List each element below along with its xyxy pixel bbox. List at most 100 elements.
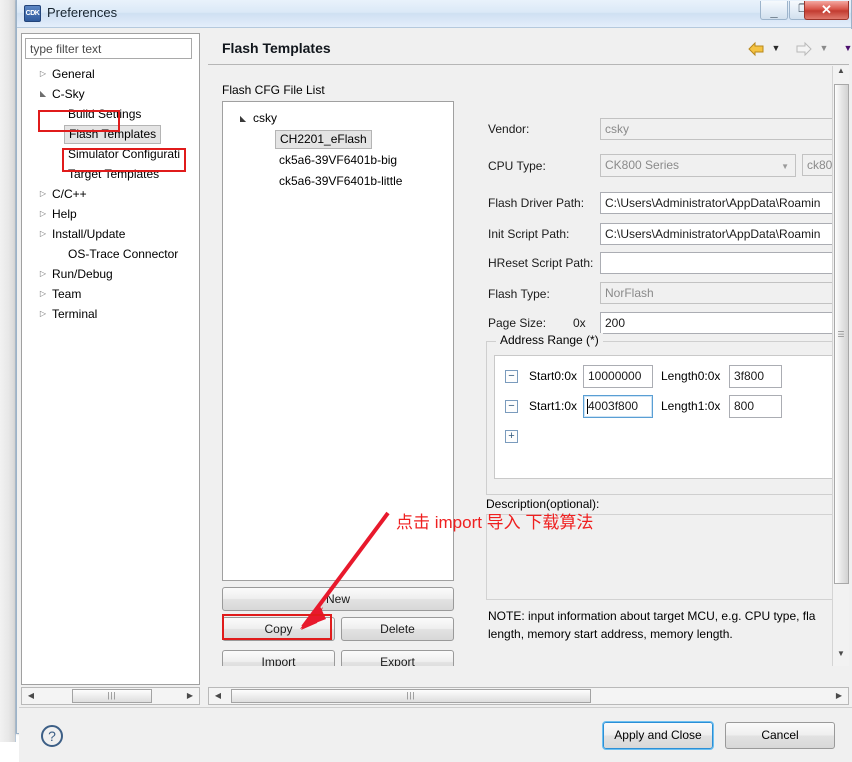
note-line-2: length, memory start address, memory len… <box>488 627 733 641</box>
desktop-left-strip <box>0 0 16 742</box>
cfg-list-item[interactable]: ck5a6-39VF6401b-little <box>223 171 453 192</box>
sidebar-item-label: Run/Debug <box>52 267 113 281</box>
sidebar-item-help[interactable]: ▷ Help <box>22 204 199 224</box>
add-address-range-expander-icon[interactable]: + <box>505 430 518 443</box>
twisty-collapsed-icon[interactable]: ▷ <box>36 184 50 204</box>
cfg-list-item[interactable]: ck5a6-39VF6401b-big <box>223 150 453 171</box>
view-menu-chevron-down-icon[interactable]: ▼ <box>842 43 852 53</box>
sidebar-item-build-settings[interactable]: Build Settings <box>22 104 199 124</box>
sidebar-item-label: Build Settings <box>68 107 142 121</box>
scroll-right-arrow-icon[interactable]: ▶ <box>182 688 198 704</box>
vendor-label: Vendor: <box>488 122 530 136</box>
copy-button[interactable]: Copy <box>222 617 335 641</box>
cfg-file-tree[interactable]: ◢ csky CH2201_eFlash ck5a6-39VF6401b-big ck5… <box>222 101 454 581</box>
twisty-collapsed-icon[interactable]: ▷ <box>36 224 50 244</box>
minimize-button[interactable]: _ <box>760 1 788 20</box>
forward-dropdown-chevron-down-icon[interactable]: ▼ <box>818 43 830 53</box>
sidebar-item-label: Flash Templates <box>64 125 162 144</box>
cfg-list-item-label: ck5a6-39VF6401b-big <box>279 153 398 167</box>
init-script-path-field[interactable]: C:\Users\Administrator\AppData\Roamin <box>600 223 849 245</box>
cfg-list-item-label: ck5a6-39VF6401b-little <box>279 174 403 188</box>
start-address-input[interactable]: 10000000 <box>583 365 653 388</box>
sidebar-item-terminal[interactable]: ▷ Terminal <box>22 304 199 324</box>
page-size-prefix: 0x <box>573 316 586 330</box>
sidebar-item-label: C/C++ <box>52 187 87 201</box>
length-input[interactable]: 800 <box>729 395 782 418</box>
hreset-script-path-label: HReset Script Path: <box>488 256 594 270</box>
sidebar-item-label: Simulator Configurati <box>68 147 181 161</box>
import-button[interactable]: Import <box>222 650 335 666</box>
flash-type-field: NorFlash <box>600 282 849 304</box>
flash-templates-page: Flash Templates ▼ ▼ ▼ Flash CFG File Lis… <box>208 33 852 685</box>
cancel-button[interactable]: Cancel <box>725 722 835 749</box>
window-title: Preferences <box>47 5 118 20</box>
note-line-1: NOTE: input information about target MCU… <box>488 609 816 623</box>
sidebar-item-simulator-configurati[interactable]: Simulator Configurati <box>22 144 199 164</box>
sidebar-item-flash-templates[interactable]: Flash Templates <box>22 124 199 144</box>
twisty-collapsed-icon[interactable]: ▷ <box>36 304 50 324</box>
sidebar-item-run-debug[interactable]: ▷ Run/Debug <box>22 264 199 284</box>
twisty-collapsed-icon[interactable]: ▷ <box>36 284 50 304</box>
sidebar-item-label: General <box>52 67 95 81</box>
sidebar-item-label: Terminal <box>52 307 98 321</box>
length-input[interactable]: 3f800 <box>729 365 782 388</box>
sidebar-item-c-c[interactable]: ▷ C/C++ <box>22 184 199 204</box>
twisty-expanded-icon[interactable]: ◢ <box>36 84 50 104</box>
export-button[interactable]: Export <box>341 650 454 666</box>
sidebar-item-label: Target Templates <box>68 167 160 181</box>
address-range-row: − Start0:0x 10000000 Length0:0x 3f800 <box>495 364 843 392</box>
vertical-scroll-thumb[interactable]: ☰ <box>834 84 849 584</box>
address-range-rows: − Start0:0x 10000000 Length0:0x 3f800− Start1… <box>494 355 842 479</box>
sidebar-item-label: Team <box>52 287 82 301</box>
description-textarea[interactable] <box>486 514 849 600</box>
back-arrow-icon[interactable] <box>746 41 766 57</box>
hreset-script-path-field[interactable] <box>600 252 849 274</box>
twisty-collapsed-icon[interactable]: ▷ <box>36 64 50 84</box>
sidebar-item-general[interactable]: ▷ General <box>22 64 199 84</box>
page-horizontal-scrollbar[interactable]: ◀ ||| ▶ <box>208 687 849 705</box>
preferences-window: CDK Preferences _ ❐ ✕ ▷General◢C-SkyBuil… <box>16 0 852 762</box>
start-address-label: Start0:0x <box>529 369 578 383</box>
help-question-icon[interactable]: ? <box>41 725 63 747</box>
new-button[interactable]: New <box>222 587 454 611</box>
page-scroll-left-arrow-icon[interactable]: ◀ <box>210 688 226 704</box>
scroll-down-arrow-icon[interactable]: ▼ <box>833 649 849 666</box>
tree-horizontal-scrollbar[interactable]: ◀ ||| ▶ <box>21 687 200 705</box>
sidebar-item-install-update[interactable]: ▷ Install/Update <box>22 224 199 244</box>
page-scroll-thumb[interactable]: ||| <box>231 689 591 703</box>
start-address-input[interactable]: 4003f800 <box>583 395 653 418</box>
page-scroll-right-arrow-icon[interactable]: ▶ <box>831 688 847 704</box>
flash-driver-path-label: Flash Driver Path: <box>488 196 585 210</box>
flash-driver-path-field[interactable]: C:\Users\Administrator\AppData\Roamin <box>600 192 849 214</box>
cpu-series-chevron-down-icon[interactable]: ▼ <box>781 155 789 178</box>
cpu-series-combo[interactable]: CK800 Series ▼ <box>600 154 796 177</box>
collapse-expander-icon[interactable]: − <box>505 370 518 383</box>
filter-input[interactable] <box>25 38 192 59</box>
page-header: Flash Templates ▼ ▼ ▼ <box>208 33 852 65</box>
page-size-label: Page Size: <box>488 316 547 330</box>
flash-type-label: Flash Type: <box>488 287 550 301</box>
cfg-list-item[interactable]: ◢ csky <box>223 108 453 129</box>
minimize-icon: _ <box>770 4 778 19</box>
sidebar-item-c-sky[interactable]: ◢ C-Sky <box>22 84 199 104</box>
twisty-collapsed-icon[interactable]: ▷ <box>36 264 50 284</box>
sidebar-item-team[interactable]: ▷ Team <box>22 284 199 304</box>
twisty-collapsed-icon[interactable]: ▷ <box>36 204 50 224</box>
sidebar-item-label: Install/Update <box>52 227 126 241</box>
close-button[interactable]: ✕ <box>804 1 849 20</box>
page-size-field[interactable]: 200 <box>600 312 849 334</box>
scroll-thumb[interactable]: ||| <box>72 689 152 703</box>
cfg-list-item[interactable]: CH2201_eFlash <box>223 129 453 150</box>
page-vertical-scrollbar[interactable]: ▲ ☰ ▼ <box>832 66 849 666</box>
collapse-expander-icon[interactable]: − <box>505 400 518 413</box>
apply-and-close-button[interactable]: Apply and Close <box>602 721 714 750</box>
scroll-up-arrow-icon[interactable]: ▲ <box>833 66 849 83</box>
twisty-expanded-icon[interactable]: ◢ <box>237 108 249 129</box>
scroll-left-arrow-icon[interactable]: ◀ <box>23 688 39 704</box>
dialog-footer: ? Apply and Close Cancel <box>19 707 852 762</box>
sidebar-item-os-trace-connector[interactable]: OS-Trace Connector <box>22 244 199 264</box>
sidebar-item-target-templates[interactable]: Target Templates <box>22 164 199 184</box>
delete-button[interactable]: Delete <box>341 617 454 641</box>
start-address-label: Start1:0x <box>529 399 578 413</box>
back-dropdown-chevron-down-icon[interactable]: ▼ <box>770 43 782 53</box>
